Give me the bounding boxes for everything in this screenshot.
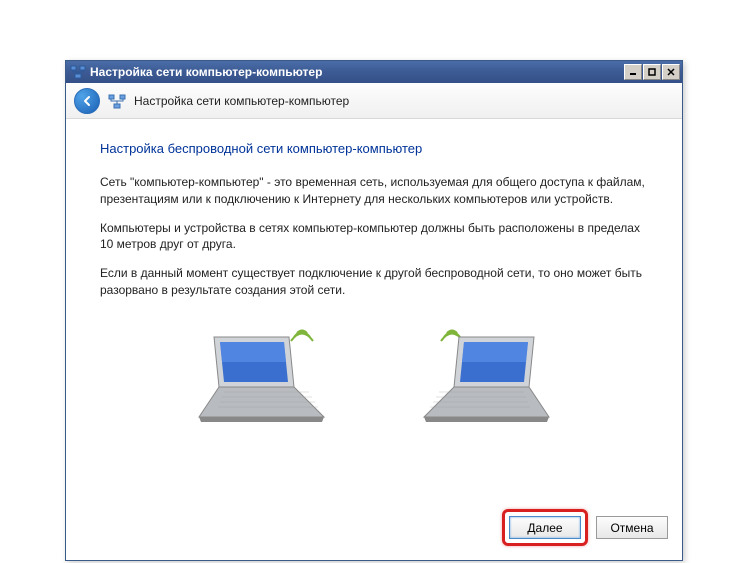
wizard-window: Настройка сети компьютер-компьютер Настр… xyxy=(65,60,683,561)
minimize-button[interactable] xyxy=(624,64,642,80)
laptop-illustration-left xyxy=(184,317,334,427)
cancel-button[interactable]: Отмена xyxy=(596,516,668,539)
window-title: Настройка сети компьютер-компьютер xyxy=(90,65,623,79)
next-button-highlight: Далее xyxy=(502,509,588,546)
description-paragraph-1: Сеть "компьютер-компьютер" - это временн… xyxy=(100,174,648,208)
back-button[interactable] xyxy=(74,88,100,114)
description-paragraph-2: Компьютеры и устройства в сетях компьюте… xyxy=(100,220,648,254)
network-icon xyxy=(70,64,86,80)
wizard-header: Настройка сети компьютер-компьютер xyxy=(66,83,682,119)
maximize-button[interactable] xyxy=(643,64,661,80)
page-heading: Настройка беспроводной сети компьютер-ко… xyxy=(100,141,648,156)
wizard-content: Настройка беспроводной сети компьютер-ко… xyxy=(66,119,682,499)
next-button[interactable]: Далее xyxy=(509,516,581,539)
close-button[interactable] xyxy=(662,64,680,80)
network-setup-icon xyxy=(108,92,126,110)
illustration-row xyxy=(100,317,648,427)
titlebar: Настройка сети компьютер-компьютер xyxy=(66,61,682,83)
description-paragraph-3: Если в данный момент существует подключе… xyxy=(100,265,648,299)
wizard-footer: Далее Отмена xyxy=(66,499,682,560)
laptop-illustration-right xyxy=(414,317,564,427)
wizard-header-title: Настройка сети компьютер-компьютер xyxy=(134,94,349,108)
